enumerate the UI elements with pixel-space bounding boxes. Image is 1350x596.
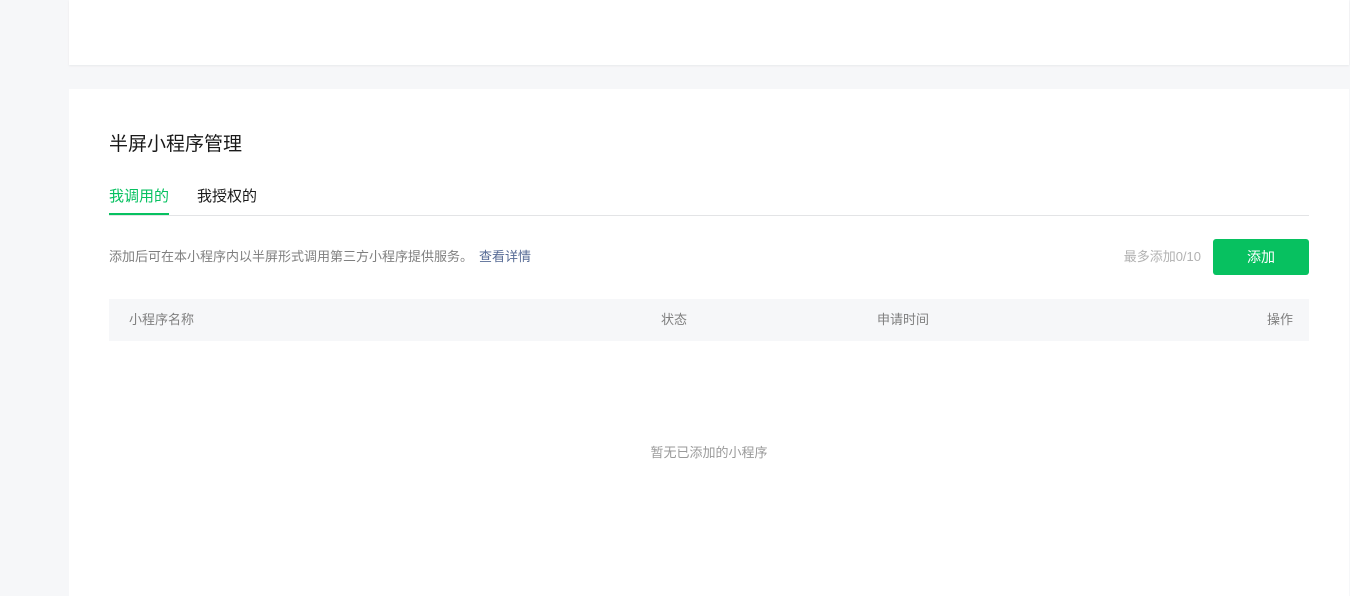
view-details-link[interactable]: 查看详情 (479, 249, 531, 264)
column-header-actions: 操作 (1266, 312, 1293, 327)
description: 添加后可在本小程序内以半屏形式调用第三方小程序提供服务。 查看详情 (109, 248, 531, 266)
add-button[interactable]: 添加 (1213, 239, 1309, 275)
column-header-status: 状态 (661, 312, 688, 327)
description-text: 添加后可在本小程序内以半屏形式调用第三方小程序提供服务。 (109, 249, 474, 264)
tab-my-invoked[interactable]: 我调用的 (109, 187, 170, 215)
tab-bar: 我调用的 我授权的 (109, 187, 1309, 216)
empty-state-text: 暂无已添加的小程序 (650, 445, 768, 460)
miniprogram-management-card: 半屏小程序管理 我调用的 我授权的 添加后可在本小程序内以半屏形式调用第三方小程… (69, 89, 1349, 596)
table-header: 小程序名称 状态 申请时间 操作 (109, 299, 1309, 341)
column-header-apply-time: 申请时间 (877, 312, 930, 327)
column-header-name: 小程序名称 (129, 312, 195, 327)
top-card (69, 0, 1349, 65)
section-title: 半屏小程序管理 (109, 134, 243, 155)
description-row: 添加后可在本小程序内以半屏形式调用第三方小程序提供服务。 查看详情 最多添加0/1… (109, 239, 1309, 275)
tab-my-authorized[interactable]: 我授权的 (197, 187, 257, 215)
quota-text: 最多添加0/10 (1123, 249, 1201, 264)
